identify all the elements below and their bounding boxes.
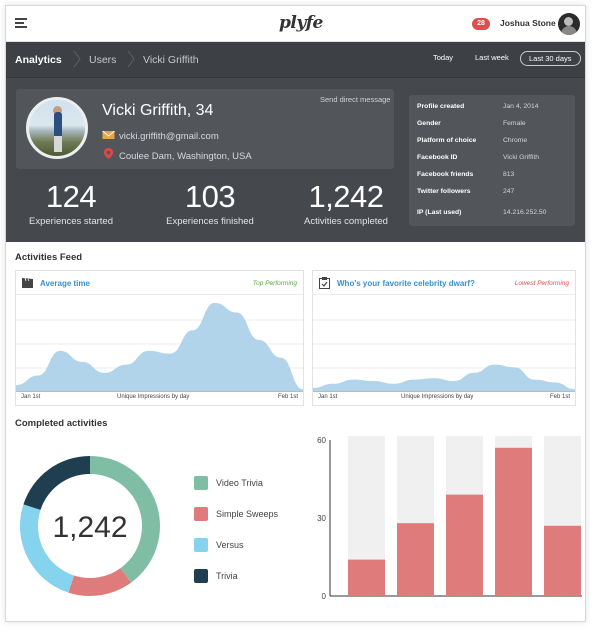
area-chart-celebrity-dwarf [313, 319, 575, 392]
area-series [313, 364, 575, 392]
profile-location: Coulee Dam, Washington, USA [119, 151, 252, 162]
bar [397, 523, 434, 596]
map-pin-icon [103, 148, 114, 159]
menu-icon[interactable] [15, 18, 27, 28]
lowest-performing-tag: Lowest Performing [514, 280, 569, 287]
completed-activities-title: Completed activities [15, 418, 108, 429]
donut-center-total: 1,242 [52, 511, 127, 544]
feed-card-title[interactable]: Average time [40, 279, 90, 288]
feed-card-celebrity-dwarf[interactable]: Who's your favorite celebrity dwarf? Low… [312, 270, 576, 406]
x-axis-start-label: Jan 1st [318, 394, 338, 400]
range-last-week-button[interactable]: Last week [475, 53, 509, 62]
activities-feed-title: Activities Feed [15, 252, 83, 263]
range-today-button[interactable]: Today [433, 53, 453, 62]
area-chart-average-time [16, 302, 303, 392]
legend-swatch [194, 476, 208, 490]
x-axis-start-label: Jan 1st [21, 394, 41, 400]
stat-value: 103 [184, 179, 236, 214]
profile-email[interactable]: vicki.griffith@gmail.com [119, 131, 219, 142]
feed-card-title[interactable]: Who's your favorite celebrity dwarf? [337, 279, 475, 288]
breadcrumb: Analytics Users Vicki Griffith Today Las… [6, 42, 585, 78]
app-logo[interactable]: plyfe [279, 13, 323, 33]
donut-chart: 1,242 [16, 444, 168, 604]
stat-label: Experiences finished [166, 216, 254, 227]
clipboard-check-icon [319, 277, 330, 289]
x-axis-title: Unique Impressions by day [401, 394, 474, 400]
stat-label: Experiences started [29, 216, 113, 227]
profile-card: Vicki Griffith, 34 vicki.griffith@gmail.… [16, 89, 394, 169]
stat-experiences-finished: 103 Experiences finished [150, 179, 270, 227]
send-direct-message-link[interactable]: Send direct message [320, 95, 390, 104]
donut-chart-svg: 1,242 [19, 456, 161, 596]
stat-activities-completed: 1,242 Activities completed [286, 179, 406, 227]
legend-swatch [194, 538, 208, 552]
stat-value: 1,242 [308, 179, 384, 214]
profile-location-row: Coulee Dam, Washington, USA [102, 148, 252, 162]
clapperboard-icon [22, 278, 33, 288]
legend-swatch [194, 507, 208, 521]
stat-label: Activities completed [304, 216, 388, 227]
top-bar: plyfe 28 Joshua Stone [6, 6, 585, 42]
feed-card-average-time[interactable]: Average time Top Performing Jan 1st Uniq… [15, 270, 304, 406]
profile-name: Vicki Griffith, 34 [102, 102, 214, 119]
bar [348, 559, 385, 596]
top-performing-tag: Top Performing [252, 280, 297, 287]
y-tick-label: 60 [317, 436, 326, 445]
donut-slice [23, 456, 91, 510]
y-tick-label: 30 [317, 514, 326, 523]
feed-card-header: Who's your favorite celebrity dwarf? Low… [313, 271, 575, 295]
stat-value: 124 [45, 179, 97, 214]
donut-slice [68, 568, 132, 596]
range-last-30-days-button[interactable]: Last 30 days [520, 51, 581, 66]
bar-chart: 0 30 60 [306, 426, 582, 616]
notification-badge[interactable]: 28 [472, 18, 490, 30]
user-name[interactable]: Joshua Stone [500, 18, 556, 28]
profile-photo [26, 97, 88, 159]
x-axis-title: Unique Impressions by day [117, 394, 190, 400]
user-header: Analytics Users Vicki Griffith Today Las… [6, 42, 585, 242]
feed-card-header: Average time Top Performing [16, 271, 303, 295]
user-details-card: Profile created Jan 4, 2014 Gender Female … [409, 95, 575, 226]
stat-experiences-started: 124 Experiences started [16, 179, 126, 227]
chevron-right-icon [127, 50, 135, 68]
chevron-right-icon [73, 50, 81, 68]
breadcrumb-analytics[interactable]: Analytics [15, 54, 62, 66]
x-axis-end-label: Feb 1st [549, 394, 570, 400]
bar [544, 525, 581, 596]
breadcrumb-users[interactable]: Users [89, 54, 116, 66]
x-axis-end-label: Feb 1st [277, 394, 298, 400]
bar [446, 494, 483, 596]
y-tick-label: 0 [322, 592, 327, 601]
envelope-icon [102, 131, 115, 139]
area-series [16, 302, 303, 392]
dashboard-window: plyfe 28 Joshua Stone Analytics Users Vi… [5, 5, 586, 622]
user-avatar[interactable] [558, 13, 580, 35]
legend-swatch [194, 569, 208, 583]
bar [495, 447, 532, 596]
bar-chart-svg: 0 30 60 [317, 436, 582, 601]
profile-email-row: vicki.griffith@gmail.com [102, 131, 219, 142]
breadcrumb-current-user: Vicki Griffith [143, 54, 199, 66]
